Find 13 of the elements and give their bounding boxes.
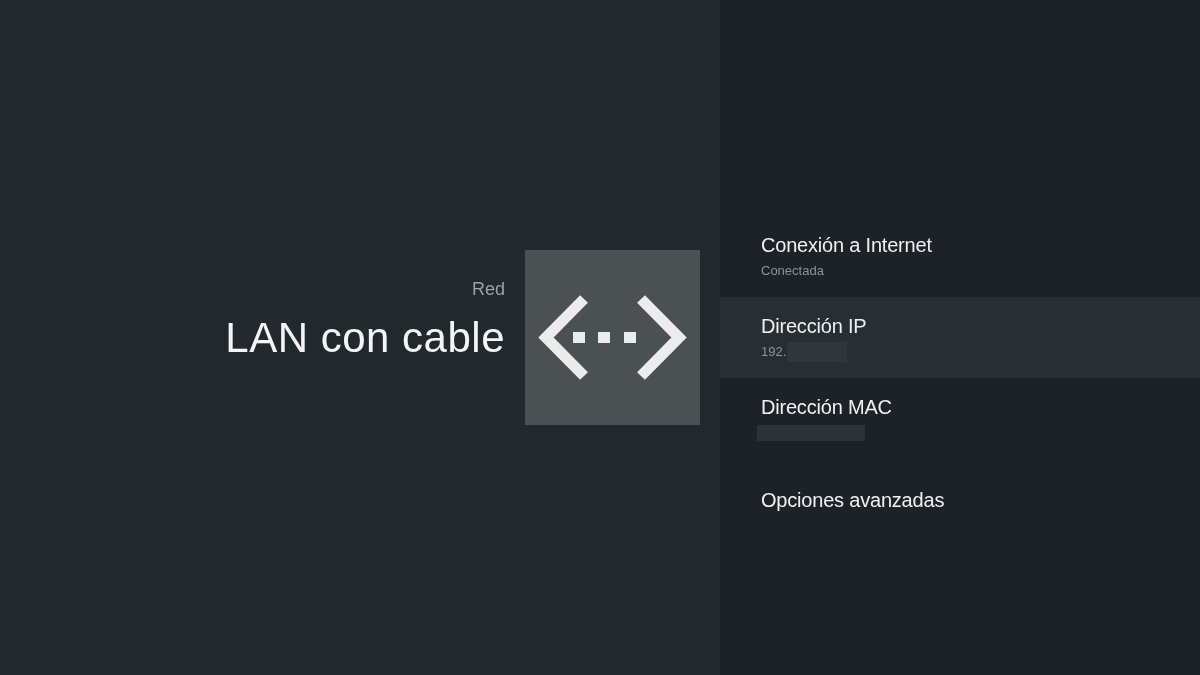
- item-title: Conexión a Internet: [761, 232, 932, 257]
- item-title: Opciones avanzadas: [761, 487, 945, 512]
- item-value: Conectada: [761, 262, 824, 279]
- settings-item[interactable]: Opciones avanzadas: [720, 459, 1200, 540]
- settings-item[interactable]: Dirección MAC: [720, 378, 1200, 459]
- item-value: 192.: [761, 343, 787, 360]
- item-title: Dirección IP: [761, 313, 867, 338]
- ethernet-icon: [525, 250, 700, 425]
- category-label: Red: [471, 278, 505, 301]
- settings-item[interactable]: Dirección IP 192.: [720, 297, 1200, 378]
- settings-item[interactable]: Conexión a Internet Conectada: [720, 216, 1200, 297]
- page-title: LAN con cable: [225, 313, 505, 363]
- item-title: Dirección MAC: [761, 394, 892, 419]
